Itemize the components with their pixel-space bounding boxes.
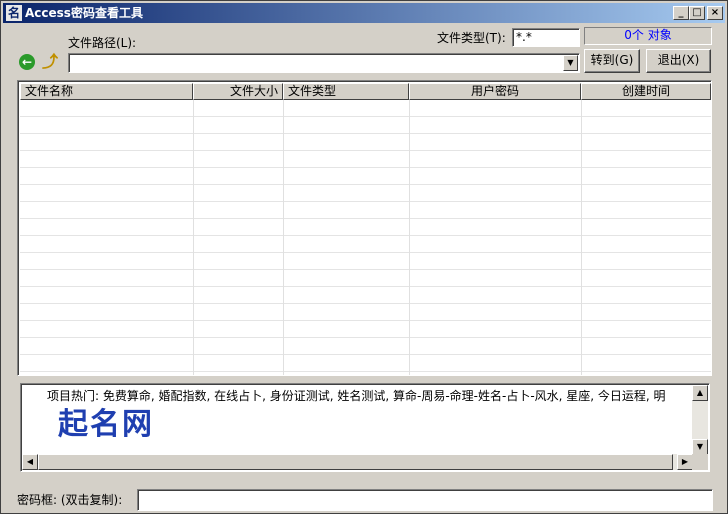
up-folder-icon[interactable]: ⤴ [42, 54, 58, 70]
window-title: Access密码查看工具 [25, 6, 143, 20]
ad-logo[interactable]: 起名网 [58, 407, 154, 443]
column-file-type[interactable]: 文件类型 [283, 83, 409, 100]
file-list[interactable]: 文件名称 文件大小 文件类型 用户密码 创建时间 [17, 80, 712, 376]
path-label: 文件路径(L): [68, 36, 137, 50]
app-icon: 名 [6, 5, 22, 21]
goto-button[interactable]: 转到(G) [584, 49, 640, 73]
close-button[interactable]: × [707, 6, 723, 20]
scroll-thumb[interactable] [38, 454, 673, 470]
ad-text[interactable]: 项目热门: 免费算命, 婚配指数, 在线占卜, 身份证测试, 姓名测试, 算命-… [47, 389, 666, 403]
minimize-button[interactable]: _ [673, 6, 689, 20]
column-file-size[interactable]: 文件大小 [193, 83, 283, 100]
path-combobox[interactable]: ▼ [68, 53, 580, 73]
title-bar[interactable]: 名 Access密码查看工具 _ □ × [3, 3, 725, 23]
column-user-password[interactable]: 用户密码 [409, 83, 581, 100]
vertical-scrollbar[interactable]: ▲ ▼ [692, 385, 708, 455]
column-file-name[interactable]: 文件名称 [20, 83, 193, 100]
back-arrow-icon[interactable]: ← [19, 54, 35, 70]
scroll-down-icon[interactable]: ▼ [692, 439, 708, 455]
list-header: 文件名称 文件大小 文件类型 用户密码 创建时间 [20, 83, 711, 100]
exit-button[interactable]: 退出(X) [646, 49, 711, 73]
horizontal-scrollbar[interactable]: ◀ ▶ [22, 454, 693, 470]
scroll-right-icon[interactable]: ▶ [677, 454, 693, 470]
maximize-button[interactable]: □ [689, 6, 705, 20]
scroll-left-icon[interactable]: ◀ [22, 454, 38, 470]
main-window: 名 Access密码查看工具 _ □ × 文件路径(L): 文件类型(T): *… [0, 0, 728, 514]
file-type-label: 文件类型(T): [437, 31, 506, 45]
scroll-up-icon[interactable]: ▲ [692, 385, 708, 401]
column-created-time[interactable]: 创建时间 [581, 83, 711, 100]
password-field[interactable] [137, 489, 713, 511]
scrollbar-corner [692, 454, 708, 470]
object-count: 0个 对象 [584, 27, 712, 45]
ad-panel[interactable]: 项目热门: 免费算命, 婚配指数, 在线占卜, 身份证测试, 姓名测试, 算命-… [20, 383, 710, 472]
file-type-input[interactable]: *.* [512, 28, 580, 47]
password-label: 密码框: (双击复制): [17, 493, 123, 507]
list-body[interactable] [20, 100, 711, 375]
chevron-down-icon[interactable]: ▼ [563, 55, 578, 71]
